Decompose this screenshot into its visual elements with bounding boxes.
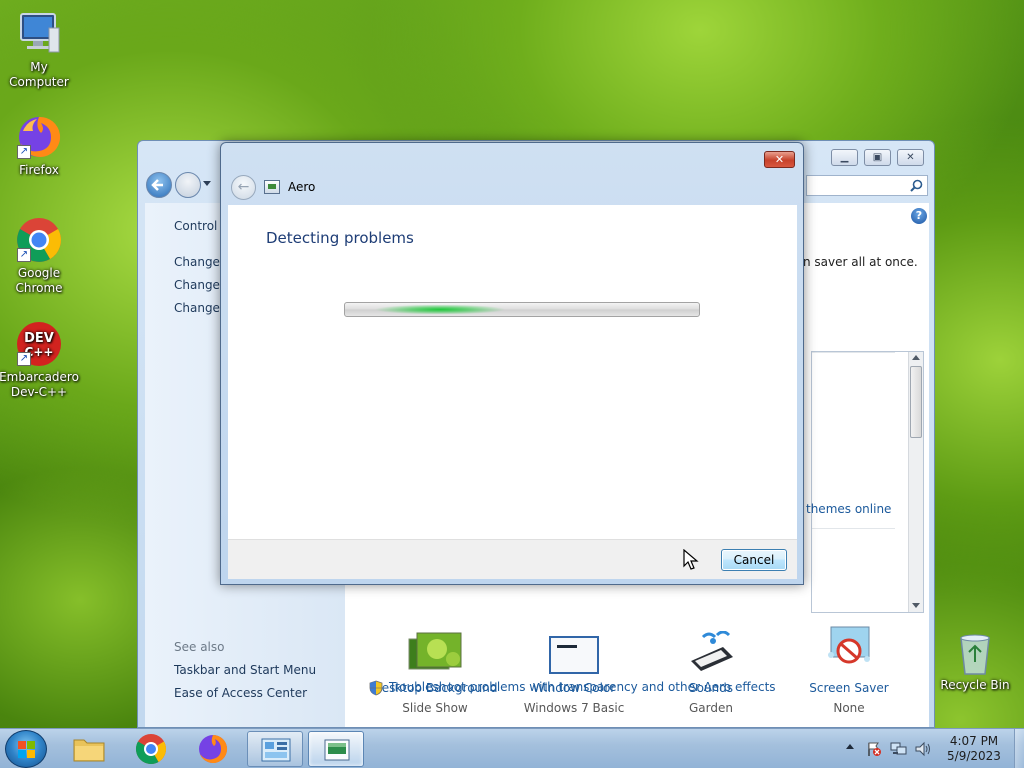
scroll-thumb[interactable] (910, 366, 922, 438)
search-icon (910, 179, 923, 192)
system-clock[interactable]: 4:07 PM 5/9/2023 (938, 734, 1010, 764)
action-center-flag-icon[interactable] (866, 741, 882, 757)
taskbar-start-menu-link[interactable]: Taskbar and Start Menu (174, 663, 316, 677)
scroll-up-arrow-icon[interactable] (912, 355, 920, 360)
troubleshooter-icon (264, 180, 280, 194)
windows-logo-icon (18, 741, 36, 759)
screen-saver-icon (821, 626, 877, 675)
themes-scrollbar[interactable] (908, 352, 923, 612)
desktop-icon-label: Google Chrome (15, 266, 63, 295)
back-arrow-icon (151, 179, 163, 191)
screen-saver-setting[interactable]: Screen Saver None (779, 626, 919, 715)
uac-shield-icon (369, 680, 383, 696)
cancel-button[interactable]: Cancel (721, 549, 787, 571)
clock-date: 5/9/2023 (947, 749, 1001, 763)
minimize-button[interactable]: ▁ (831, 149, 858, 166)
troubleshoot-link[interactable]: Troubleshoot problems with transparency … (389, 680, 776, 694)
forward-button[interactable] (175, 172, 201, 198)
setting-value: Windows 7 Basic (523, 701, 625, 715)
shortcut-arrow-icon: ↗ (17, 145, 31, 159)
description-text: n saver all at once. (803, 255, 918, 269)
dialog-heading: Detecting problems (266, 229, 414, 247)
ease-of-access-link[interactable]: Ease of Access Center (174, 686, 307, 700)
mouse-cursor-icon (683, 549, 699, 570)
setting-value: Slide Show (402, 701, 468, 715)
dialog-footer: Cancel (228, 539, 797, 579)
dialog-close-button[interactable]: ✕ (764, 151, 795, 168)
taskbar: 4:07 PM 5/9/2023 (0, 728, 1024, 768)
desktop-icon-label: Recycle Bin (940, 678, 1010, 692)
volume-icon[interactable] (914, 741, 932, 757)
window-color-setting[interactable]: Window Color Windows 7 Basic (504, 631, 644, 715)
setting-value: Garden (689, 701, 733, 715)
shortcut-arrow-icon: ↗ (17, 352, 31, 366)
sounds-setting[interactable]: Sounds Garden (641, 630, 781, 715)
themes-list: themes online (806, 351, 924, 613)
back-arrow-icon: ← (237, 179, 250, 195)
setting-title: Screen Saver (809, 681, 889, 695)
recycle-bin-icon (955, 632, 995, 676)
search-input[interactable] (806, 175, 928, 196)
control-panel-icon (261, 738, 291, 762)
back-button[interactable] (146, 172, 172, 198)
taskbar-control-panel[interactable] (247, 731, 303, 767)
taskbar-aero-troubleshooter[interactable] (308, 731, 364, 767)
show-desktop-button[interactable] (1014, 729, 1024, 768)
themes-online-link[interactable]: themes online (806, 502, 891, 516)
desktop-icon-label: Embarcadero Dev-C++ (0, 370, 79, 399)
dialog-title: Aero (288, 180, 316, 194)
help-icon[interactable]: ? (911, 208, 927, 224)
dialog-body: Detecting problems (228, 205, 797, 539)
maximize-button[interactable]: ▣ (864, 149, 891, 166)
show-hidden-icons-button[interactable] (846, 744, 854, 749)
desktop-background-icon (407, 631, 463, 675)
desktop-background-setting[interactable]: Desktop Background Slide Show (365, 631, 505, 715)
taskbar-explorer[interactable] (61, 731, 117, 767)
svg-text:DEV: DEV (24, 331, 54, 346)
desktop-icon-firefox[interactable]: ↗ Firefox (0, 113, 79, 178)
desktop-icon-label: Firefox (19, 163, 59, 177)
scroll-down-arrow-icon[interactable] (912, 603, 920, 608)
taskbar-firefox[interactable] (185, 731, 241, 767)
dev-cpp-icon: DEV C++ ↗ (15, 320, 63, 368)
aero-troubleshooter-dialog: ✕ ← Aero Detecting problems Cancel (220, 142, 804, 585)
start-button[interactable] (5, 730, 47, 768)
close-button[interactable]: ✕ (897, 149, 924, 166)
chrome-icon (135, 734, 167, 765)
see-also-heading: See also (174, 640, 225, 654)
history-dropdown-icon[interactable] (203, 181, 211, 186)
network-icon[interactable] (890, 741, 908, 757)
setting-value: None (833, 701, 865, 715)
computer-icon (15, 10, 63, 58)
desktop-icon-my-computer[interactable]: My Computer (0, 10, 79, 90)
firefox-icon: ↗ (15, 113, 63, 161)
clock-time: 4:07 PM (949, 734, 999, 748)
dialog-back-button[interactable]: ← (231, 175, 256, 200)
troubleshooter-icon (324, 739, 350, 761)
progress-bar (344, 302, 700, 317)
desktop-icon-recycle-bin[interactable]: Recycle Bin (935, 632, 1015, 693)
desktop-icon-label: My Computer (9, 60, 69, 89)
window-color-icon (546, 631, 602, 675)
firefox-icon (199, 734, 228, 763)
sounds-icon (683, 630, 739, 675)
folder-icon (73, 739, 105, 762)
desktop-icon-google-chrome[interactable]: ↗ Google Chrome (0, 216, 79, 296)
chrome-icon: ↗ (15, 216, 63, 264)
shortcut-arrow-icon: ↗ (17, 248, 31, 262)
desktop-icon-dev-cpp[interactable]: DEV C++ ↗ Embarcadero Dev-C++ (0, 320, 79, 400)
progress-indicator (375, 305, 505, 314)
taskbar-chrome[interactable] (123, 731, 179, 767)
